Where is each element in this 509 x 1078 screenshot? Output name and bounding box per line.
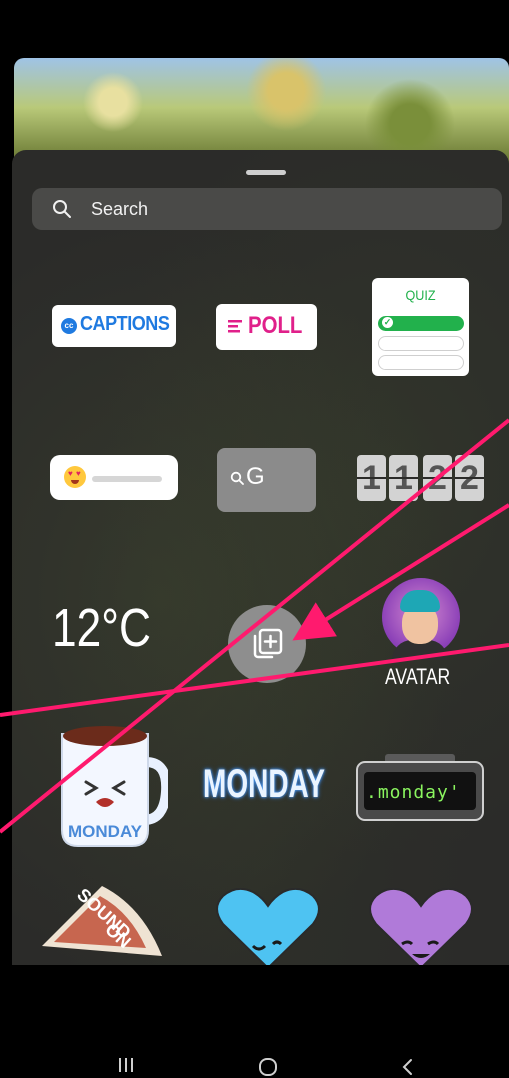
mug-label: MONDAY — [68, 822, 143, 841]
quiz-option — [378, 355, 464, 370]
home-icon[interactable] — [258, 1058, 278, 1076]
captions-label: CAPTIONS — [80, 313, 170, 335]
quiz-option — [378, 336, 464, 351]
quiz-title: QUIZ — [405, 287, 436, 303]
blue-heart-sticker[interactable] — [213, 888, 323, 968]
captions-icon: cc — [61, 318, 77, 334]
poll-icon — [228, 320, 242, 333]
poll-label: POLL — [248, 312, 303, 339]
countdown-digit[interactable]: 2 — [423, 455, 452, 501]
countdown-digit[interactable]: 1 — [357, 455, 386, 501]
monday-mug-sticker[interactable]: MONDAY — [58, 722, 168, 848]
countdown-digit[interactable]: 1 — [389, 455, 418, 501]
back-icon[interactable] — [400, 1058, 414, 1076]
monday-text-sticker[interactable]: MONDAY — [203, 762, 325, 807]
search-icon — [53, 200, 71, 218]
recent-apps-icon[interactable] — [117, 1058, 135, 1072]
slider-track — [92, 476, 162, 482]
search-placeholder: Search — [91, 199, 149, 219]
check-icon: ✓ — [382, 317, 393, 328]
sound-on-sticker[interactable]: SOUND ON — [38, 876, 178, 966]
drag-handle[interactable] — [246, 170, 286, 175]
countdown-digit[interactable]: 2 — [455, 455, 484, 501]
clock-label: .monday' — [366, 782, 461, 803]
gif-label: G — [246, 463, 265, 490]
purple-heart-sticker[interactable] — [366, 888, 476, 968]
avatar-hair — [400, 590, 440, 612]
system-navigation-bar — [0, 965, 509, 1078]
avatar-label: AVATAR — [385, 664, 451, 689]
search-icon — [230, 471, 244, 485]
heart-eyes-emoji-icon — [64, 466, 86, 488]
add-yours-icon — [253, 628, 283, 659]
temperature-sticker[interactable]: 12°C — [52, 597, 151, 659]
